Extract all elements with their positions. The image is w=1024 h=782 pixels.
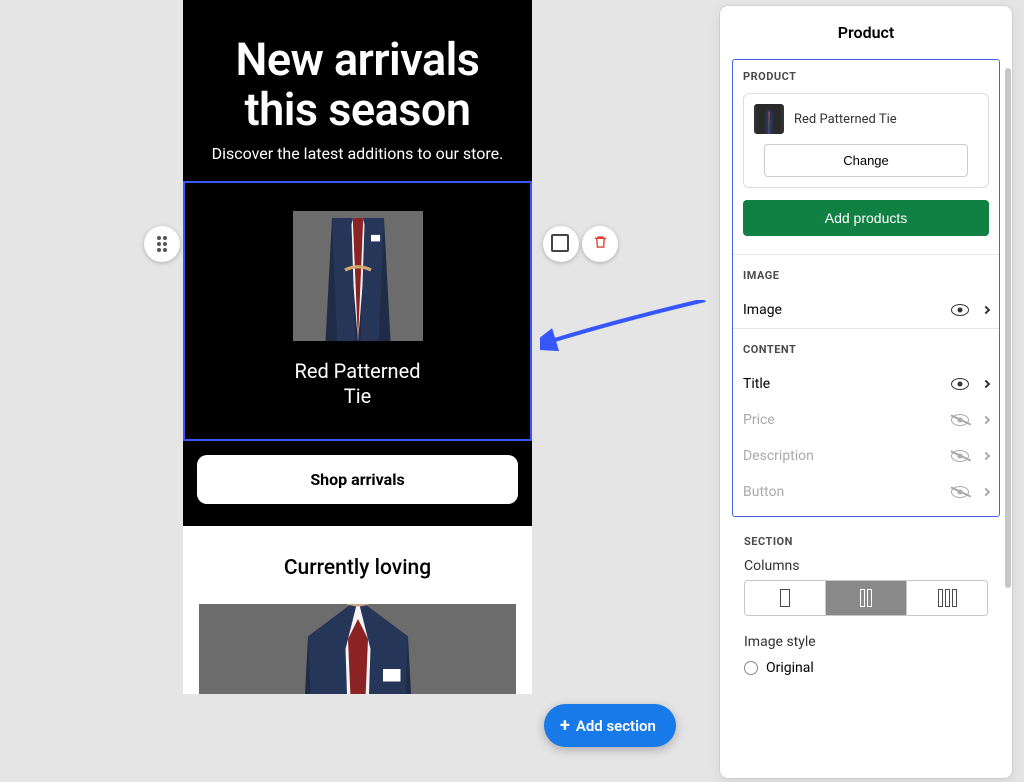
image-style-original-label: Original [766,660,814,676]
product-title-l2: Tie [195,384,520,409]
eye-icon[interactable] [951,304,969,316]
section-label-image: IMAGE [743,269,989,282]
suit-illustration [293,218,423,342]
eye-off-icon[interactable] [951,486,969,498]
chevron-right-icon [982,488,990,496]
product-card-row: Red Patterned Tie [754,104,978,134]
add-products-button[interactable]: Add products [743,200,989,236]
columns-3-icon [938,589,957,607]
divider [733,328,999,329]
chevron-right-icon [982,452,990,460]
hero-title: New arrivals this season [183,5,532,144]
columns-option-3[interactable] [907,581,987,615]
plus-icon: + [560,715,570,736]
currently-loving-section: Currently loving [183,526,532,694]
drag-icon [157,236,167,252]
eye-off-icon[interactable] [951,450,969,462]
shop-arrivals-button[interactable]: Shop arrivals [197,455,518,504]
field-description-label: Description [743,448,814,464]
radio-icon [744,661,758,675]
field-price-label: Price [743,412,775,428]
product-image[interactable] [293,211,423,341]
hero-subtitle: Discover the latest additions to our sto… [183,144,532,181]
drag-handle[interactable] [144,226,180,262]
field-image[interactable]: Image [743,292,989,328]
image-style-label: Image style [744,634,988,650]
field-title-label: Title [743,376,770,392]
scrollbar[interactable] [1005,68,1011,588]
field-description[interactable]: Description [743,438,989,474]
panel-highlight-box: PRODUCT Red Patterned Tie Change A [732,59,1000,517]
product-title-l1: Red Patterned [195,359,520,384]
section-settings: SECTION Columns Image style Original [732,535,1000,676]
suit-illustration-large [239,604,477,694]
delete-button[interactable] [582,226,618,262]
chevron-right-icon [982,416,990,424]
currently-loving-heading: Currently loving [199,556,516,580]
eye-icon[interactable] [951,378,969,390]
add-section-button[interactable]: + Add section [544,704,676,747]
columns-1-icon [780,589,790,607]
canvas-area: New arrivals this season Discover the la… [0,0,720,782]
image-style-original-option[interactable]: Original [744,656,988,676]
eye-off-icon[interactable] [951,414,969,426]
divider [733,254,999,255]
product-block-selected[interactable]: Red Patterned Tie [183,181,532,441]
properties-sidebar: Product PRODUCT Red Patterned Tie [720,6,1012,778]
currently-loving-image[interactable] [199,604,516,694]
annotation-arrow [540,300,710,370]
field-button-label: Button [743,484,784,500]
columns-label: Columns [744,558,988,574]
hero-title-line1: New arrivals [198,35,517,85]
change-button[interactable]: Change [764,144,968,177]
thumb-illustration [754,104,784,134]
field-price[interactable]: Price [743,402,989,438]
email-preview: New arrivals this season Discover the la… [183,0,532,694]
section-label-section: SECTION [744,535,988,548]
product-title: Red Patterned Tie [195,359,520,409]
panel-title: Product [720,6,1012,59]
columns-2-icon [860,589,872,607]
field-title[interactable]: Title [743,366,989,402]
chevron-right-icon [982,306,990,314]
field-image-label: Image [743,302,782,318]
columns-option-2[interactable] [826,581,907,615]
section-label-product: PRODUCT [743,70,989,83]
duplicate-button[interactable] [543,226,579,262]
field-button[interactable]: Button [743,474,989,516]
section-label-content: CONTENT [743,343,989,356]
columns-option-1[interactable] [745,581,826,615]
product-card: Red Patterned Tie Change [743,93,989,188]
hero-title-line2: this season [198,85,517,135]
trash-icon [593,234,608,254]
copy-icon [554,237,568,251]
add-section-label: Add section [576,717,656,735]
chevron-right-icon [982,380,990,388]
product-card-name: Red Patterned Tie [794,112,897,127]
product-thumbnail [754,104,784,134]
columns-toggle [744,580,988,616]
